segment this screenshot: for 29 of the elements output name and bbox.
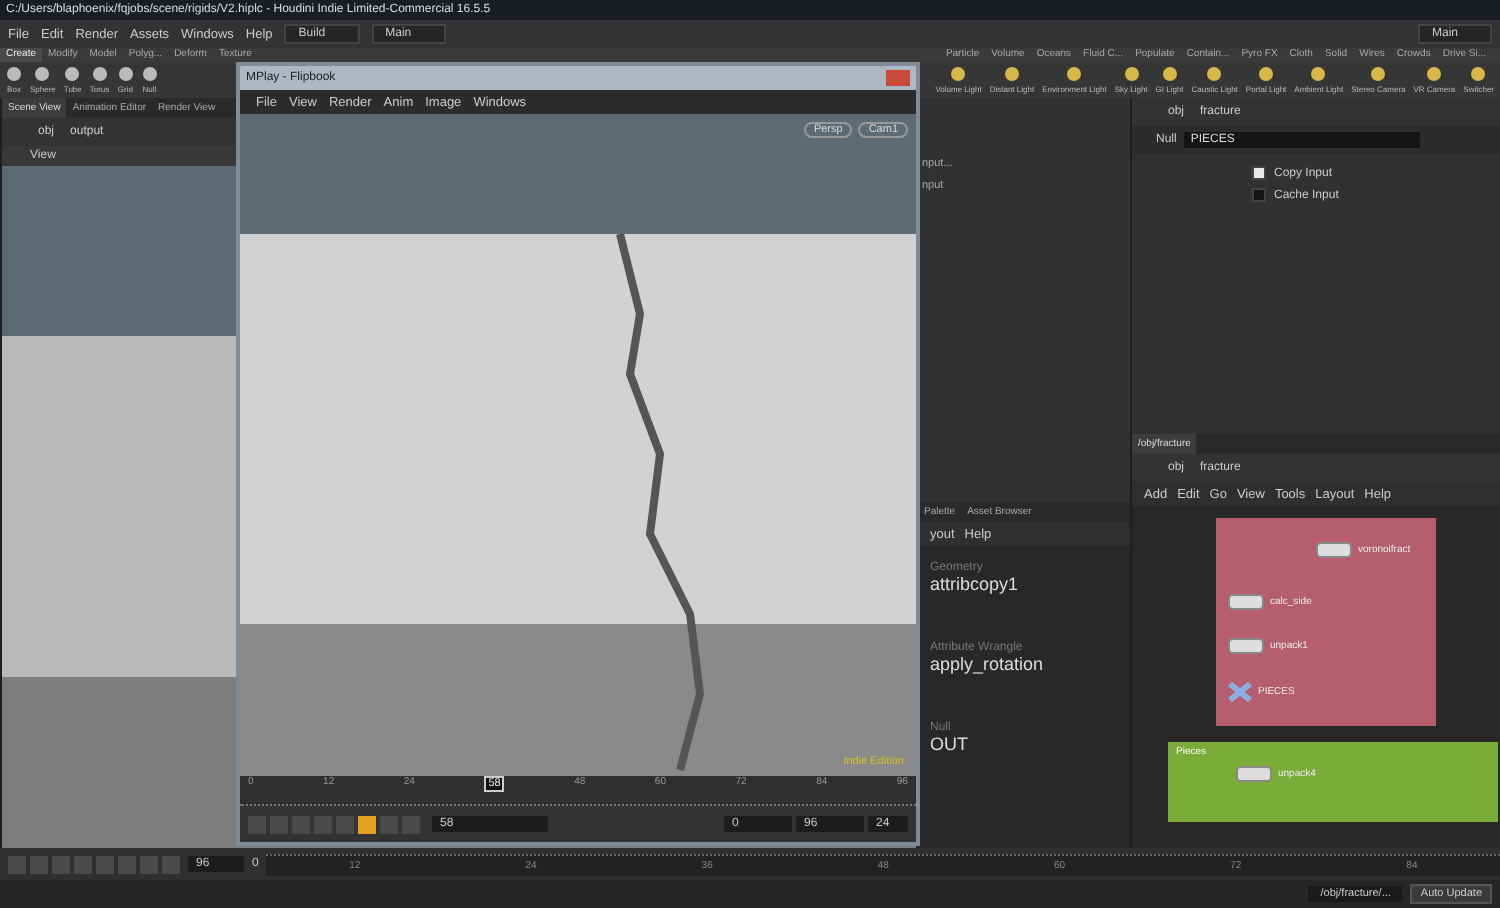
circle-icon	[1258, 66, 1275, 82]
circle-icon	[117, 66, 134, 82]
node-name[interactable]: apply_rotation	[930, 654, 1118, 674]
circle-icon	[1003, 66, 1020, 82]
node-tile-icon[interactable]	[1236, 766, 1272, 782]
circle-icon	[6, 66, 22, 82]
circle-icon	[1370, 66, 1387, 82]
circle-icon	[1426, 66, 1443, 82]
circle-icon	[91, 66, 108, 82]
circle-icon	[1161, 66, 1178, 82]
cross-node-icon[interactable]	[1228, 682, 1252, 702]
checkbox[interactable]	[1252, 166, 1266, 180]
node-tile-icon[interactable]	[1228, 638, 1264, 654]
circle-icon	[1206, 66, 1223, 82]
circle-icon	[141, 66, 158, 82]
node-tile-icon[interactable]	[1228, 594, 1264, 610]
circle-icon	[1310, 66, 1327, 82]
circle-icon	[34, 66, 51, 82]
circle-icon	[1066, 66, 1083, 82]
playback-button[interactable]	[358, 815, 376, 833]
node-name[interactable]: OUT	[930, 734, 1118, 754]
node-name[interactable]: attribcopy1	[930, 574, 1118, 594]
close-button[interactable]	[886, 70, 910, 86]
checkbox[interactable]	[1252, 188, 1266, 202]
circle-icon	[1123, 66, 1140, 82]
node-tile-icon[interactable]	[1316, 542, 1352, 558]
circle-icon	[64, 66, 81, 82]
circle-icon	[1470, 66, 1487, 82]
circle-icon	[950, 66, 967, 82]
